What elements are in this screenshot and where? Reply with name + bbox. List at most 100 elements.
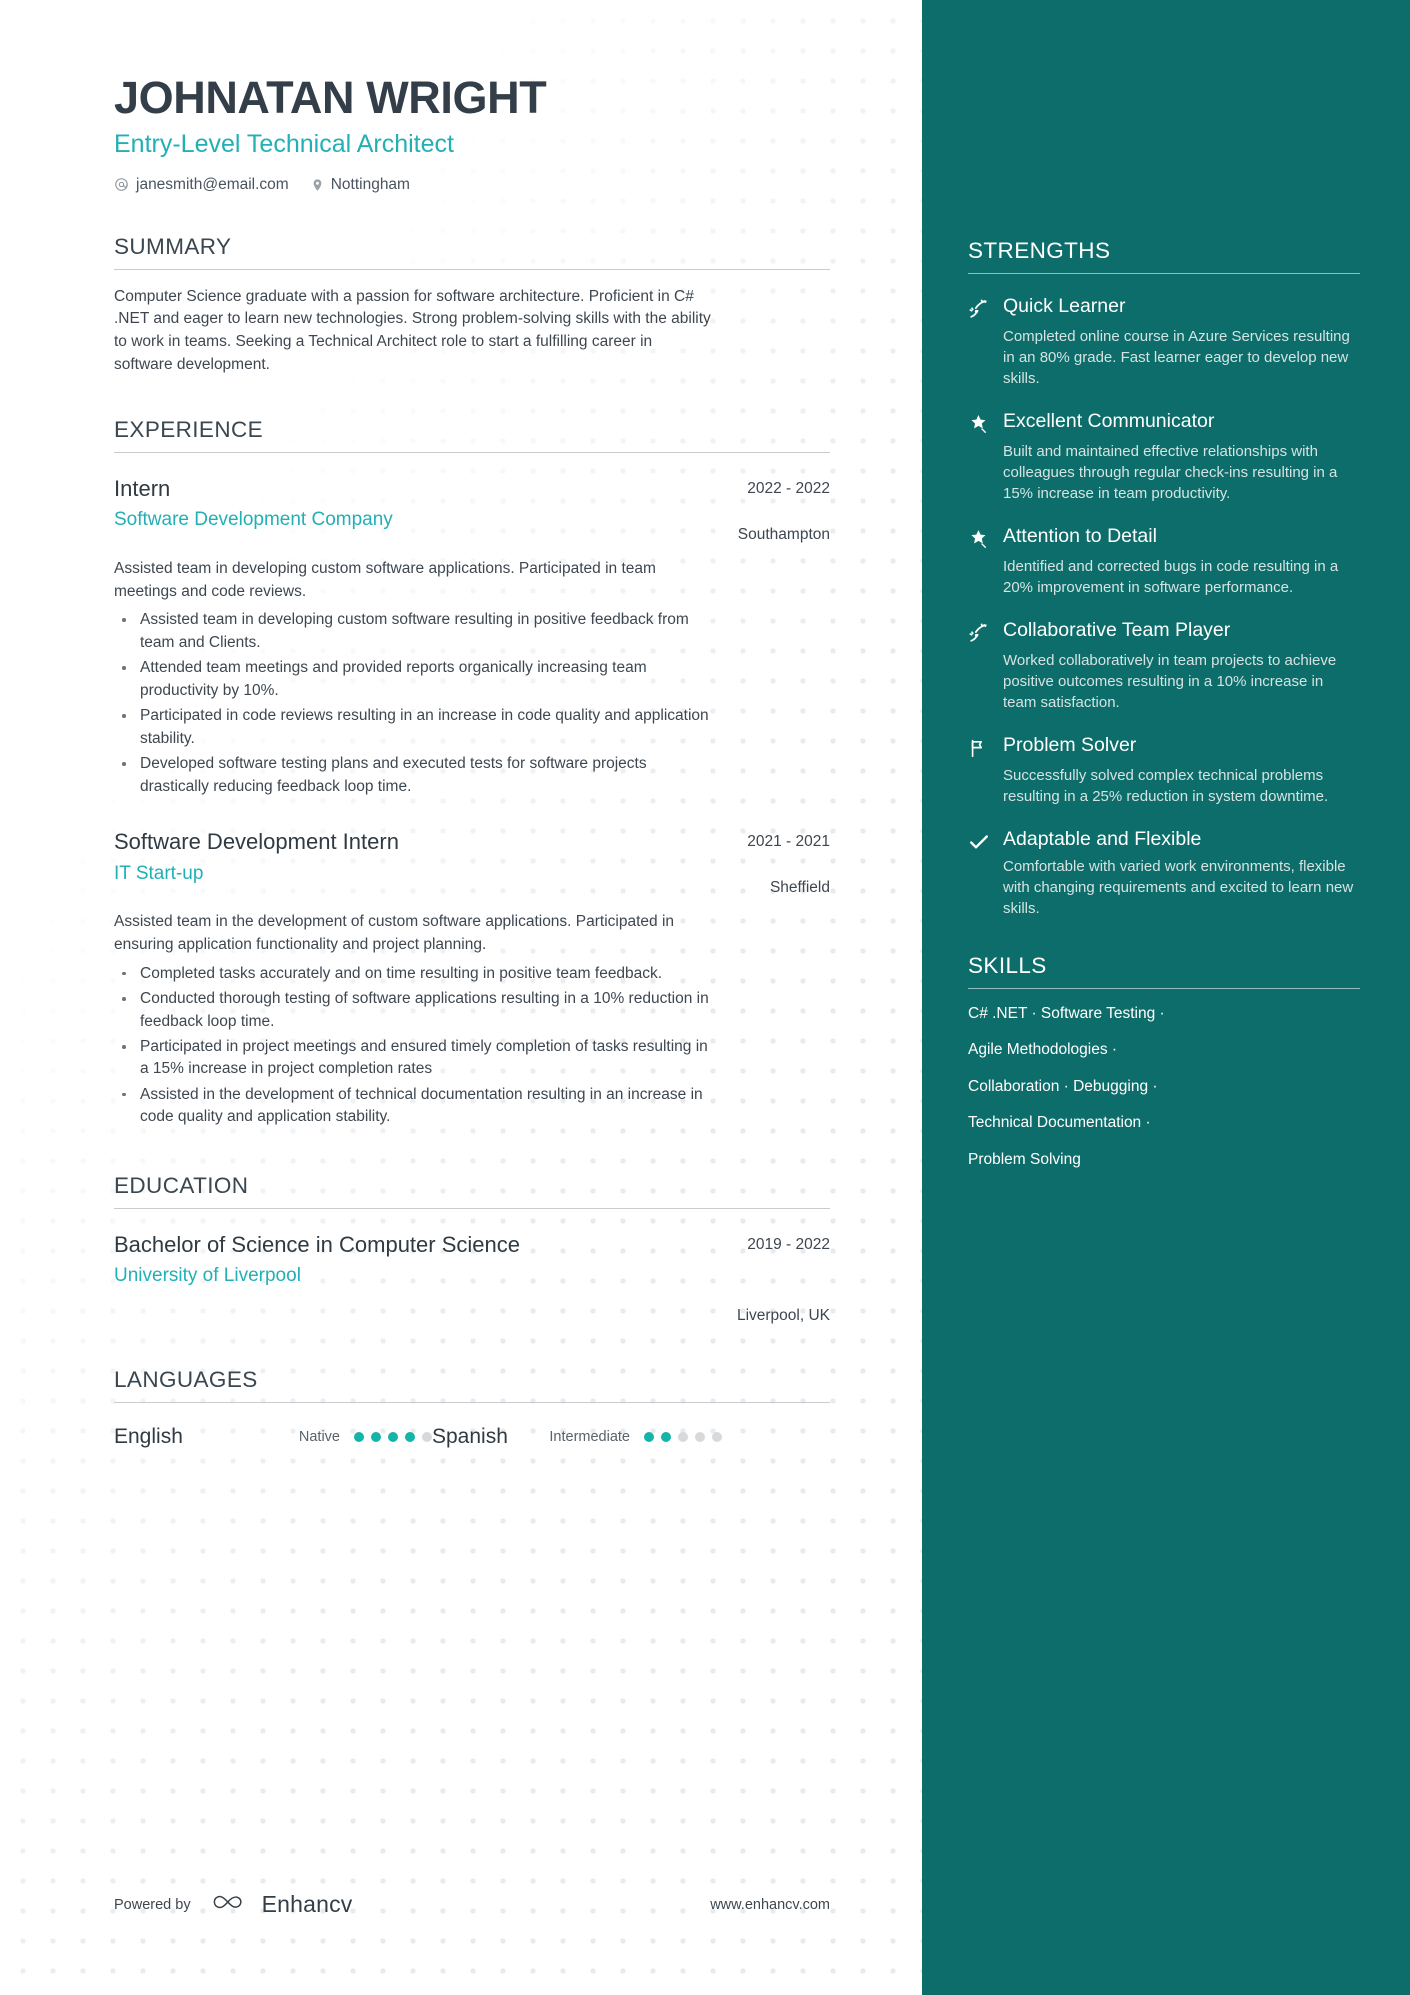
sidebar: STRENGTHS Quick Learner Completed online (922, 0, 1410, 1995)
rating-dot (354, 1431, 364, 1442)
skill-line: Technical Documentation · (968, 1114, 1151, 1132)
main-column: JOHNATAN WRIGHT Entry-Level Technical Ar… (0, 0, 922, 1995)
experience-location: Southampton (737, 525, 830, 543)
strength-description: Built and maintained effective relations… (1003, 443, 1338, 502)
section-languages: LANGUAGES English Native Spanish Interme… (114, 1367, 830, 1449)
rating-dot (661, 1431, 671, 1442)
list-item: Attended team meetings and provided repo… (114, 657, 709, 702)
divider (114, 268, 830, 270)
section-heading-experience: EXPERIENCE (114, 416, 264, 442)
star-shooting-icon (968, 528, 990, 550)
section-heading-skills: SKILLS (968, 953, 1047, 978)
rocket-trajectory-icon (968, 298, 990, 320)
contact-email[interactable]: janesmith@email.com (114, 176, 289, 194)
experience-bullet-list: Assisted team in developing custom softw… (114, 609, 830, 798)
section-strengths: STRENGTHS Quick Learner Completed online (968, 238, 1360, 919)
list-item: Assisted team in developing custom softw… (114, 609, 709, 654)
section-heading-languages: LANGUAGES (114, 1366, 258, 1392)
strength-name: Adaptable and Flexible (1003, 828, 1202, 850)
resume-page: JOHNATAN WRIGHT Entry-Level Technical Ar… (0, 0, 1410, 1995)
education-date: 2019 - 2022 (747, 1235, 830, 1253)
education-location: Liverpool, UK (736, 1306, 830, 1324)
divider (968, 988, 1360, 989)
skill-line: Collaboration · Debugging · (968, 1077, 1158, 1095)
rating-dot (371, 1431, 381, 1442)
list-item: Conducted thorough testing of software a… (114, 988, 709, 1033)
experience-date: 2022 - 2022 (747, 479, 830, 497)
map-pin-icon (311, 177, 324, 193)
section-heading-education: EDUCATION (114, 1172, 249, 1198)
job-title: Entry-Level Technical Architect (114, 129, 454, 158)
language-level: Native (298, 1428, 340, 1445)
strength-name: Quick Learner (1003, 295, 1126, 317)
brand-name: Enhancv (261, 1891, 353, 1917)
section-experience: EXPERIENCE Intern Software Development C… (114, 417, 830, 1129)
experience-title: Software Development Intern (114, 829, 399, 855)
education-degree: Bachelor of Science in Computer Science (114, 1231, 520, 1257)
star-shooting-icon (968, 413, 990, 435)
experience-bullet-list: Completed tasks accurately and on time r… (114, 963, 830, 1129)
rating-dot (388, 1431, 398, 1442)
strength-name: Attention to Detail (1003, 525, 1157, 547)
skill-line: Problem Solving (968, 1150, 1081, 1168)
section-heading-summary: SUMMARY (114, 233, 232, 259)
experience-organization[interactable]: IT Start-up (114, 863, 723, 886)
education-institution[interactable]: University of Liverpool (114, 1265, 713, 1288)
powered-by-label: Powered by (114, 1896, 191, 1913)
divider (114, 1207, 830, 1209)
flag-icon (968, 737, 990, 759)
strength-description: Successfully solved complex technical pr… (1003, 767, 1329, 805)
list-item: Developed software testing plans and exe… (114, 753, 709, 798)
enhancv-logo-icon (213, 1891, 253, 1918)
section-heading-strengths: STRENGTHS (968, 238, 1111, 263)
strength-item: Collaborative Team Player Worked collabo… (968, 619, 1360, 713)
strength-description: Worked collaboratively in team projects … (1003, 652, 1337, 711)
strength-description: Comfortable with varied work environment… (1003, 858, 1354, 917)
resume-header: JOHNATAN WRIGHT Entry-Level Technical Ar… (114, 72, 830, 194)
strength-item: Excellent Communicator Built and maintai… (968, 410, 1360, 504)
skills-list: C# .NET · Software Testing · Agile Metho… (968, 1004, 1360, 1169)
rating-dot (422, 1431, 432, 1442)
page-title: JOHNATAN WRIGHT (114, 72, 547, 123)
list-item: Participated in project meetings and ens… (114, 1036, 709, 1081)
language-rating-dots (644, 1431, 722, 1442)
summary-text: Computer Science graduate with a passion… (114, 287, 711, 373)
strength-name: Collaborative Team Player (1003, 619, 1231, 641)
experience-organization[interactable]: Software Development Company (114, 509, 714, 532)
section-skills: SKILLS C# .NET · Software Testing · Agil… (968, 953, 1360, 1169)
strength-item: Adaptable and Flexible Comfortable with … (968, 828, 1360, 919)
contact-location-text: Nottingham (330, 175, 410, 193)
strength-item: Attention to Detail Identified and corre… (968, 525, 1360, 598)
strength-description: Identified and corrected bugs in code re… (1003, 558, 1339, 596)
language-item-english: English Native (114, 1425, 432, 1449)
divider (968, 273, 1360, 274)
footer: Powered by Enhancv www.enhancv.com (114, 1891, 830, 1918)
check-icon (968, 831, 990, 853)
list-item: Completed tasks accurately and on time r… (114, 963, 709, 985)
language-rating-dots (354, 1431, 432, 1442)
experience-entry: Intern Software Development Company 2022… (114, 475, 830, 798)
strength-item: Quick Learner Completed online course in… (968, 295, 1360, 389)
languages-row: English Native Spanish Intermediate (114, 1425, 830, 1449)
language-name: Spanish (432, 1424, 508, 1448)
language-level: Intermediate (549, 1428, 630, 1445)
experience-description: Assisted team in developing custom softw… (114, 559, 656, 600)
section-summary: SUMMARY Computer Science graduate with a… (114, 234, 830, 377)
divider (114, 1401, 830, 1403)
strength-name: Excellent Communicator (1003, 410, 1215, 432)
education-entry: Bachelor of Science in Computer Science … (114, 1231, 830, 1325)
contact-row: janesmith@email.com Nottingham (114, 176, 830, 194)
experience-date: 2021 - 2021 (747, 833, 830, 851)
experience-description: Assisted team in the development of cust… (114, 913, 675, 953)
at-sign-icon (114, 177, 129, 192)
skill-line: C# .NET · Software Testing · (968, 1005, 1165, 1022)
contact-location: Nottingham (311, 176, 410, 194)
strength-name: Problem Solver (1003, 734, 1137, 756)
experience-location: Sheffield (769, 879, 830, 897)
list-item: Assisted in the development of technical… (114, 1084, 709, 1129)
website-url[interactable]: www.enhancv.com (710, 1897, 830, 1913)
divider (114, 451, 830, 453)
section-education: EDUCATION Bachelor of Science in Compute… (114, 1173, 830, 1325)
rating-dot (678, 1431, 688, 1442)
experience-entry: Software Development Intern IT Start-up … (114, 828, 830, 1129)
